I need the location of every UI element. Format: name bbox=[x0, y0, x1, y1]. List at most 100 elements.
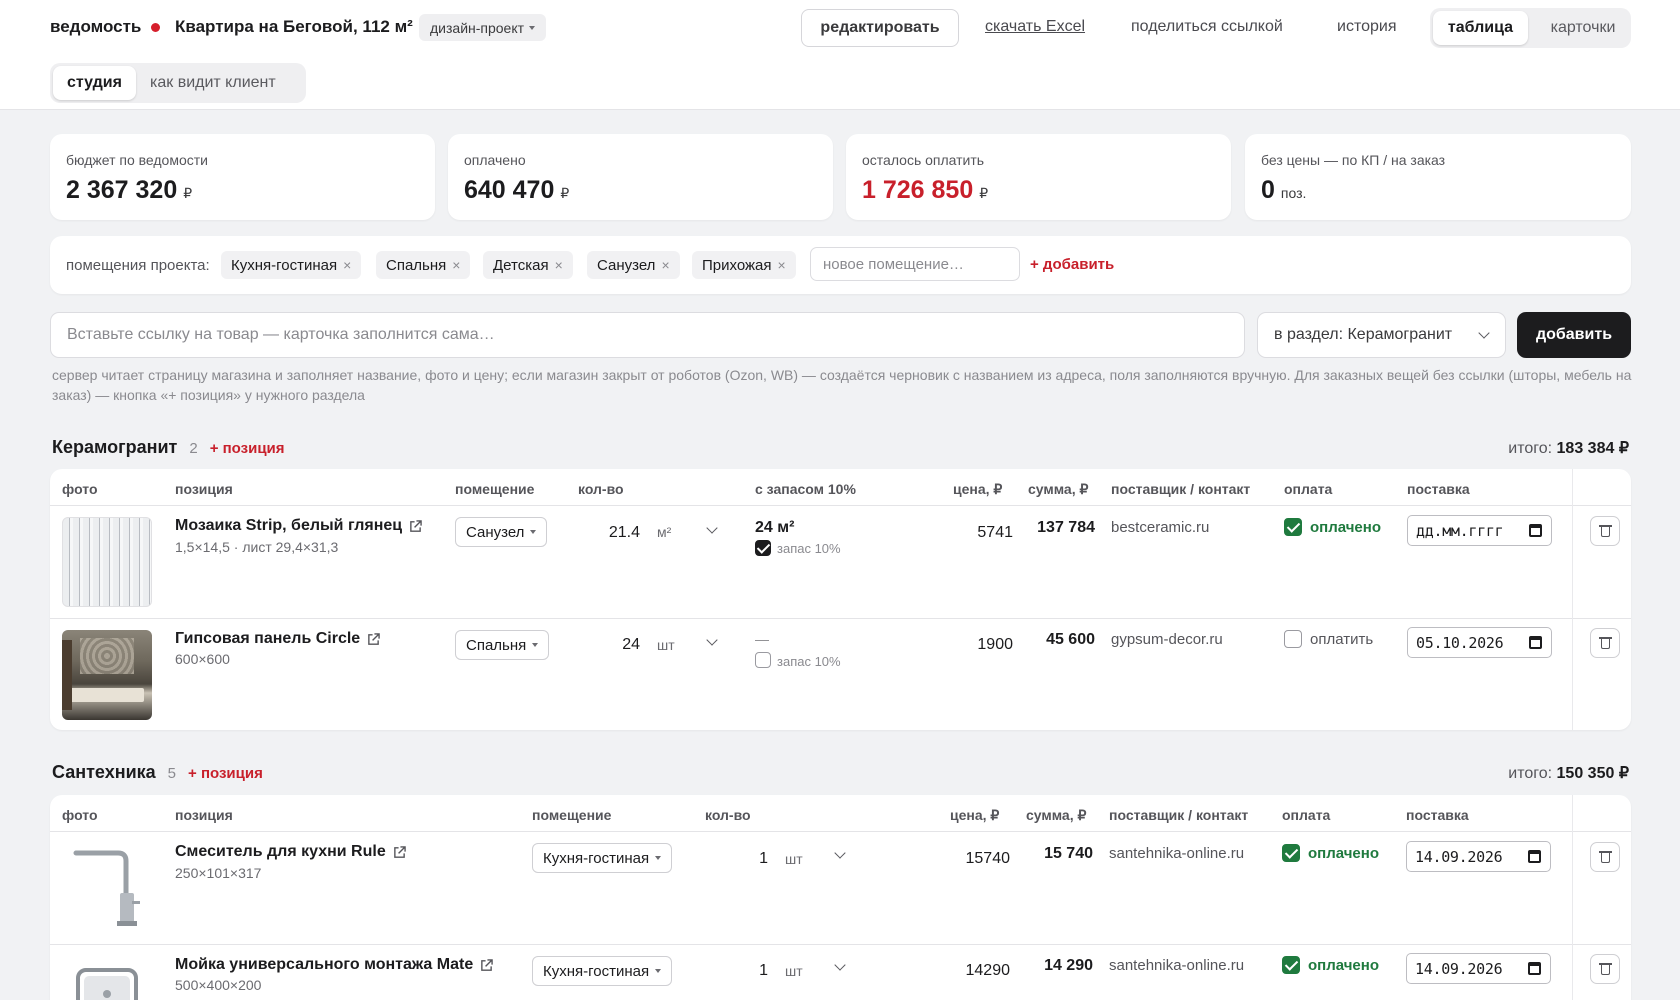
external-link-icon[interactable] bbox=[393, 845, 406, 859]
calendar-icon[interactable] bbox=[1528, 850, 1541, 863]
room-chip[interactable]: Кухня-гостиная × bbox=[221, 251, 362, 279]
room-select[interactable]: Санузел bbox=[455, 517, 548, 547]
room-chip[interactable]: Детская × bbox=[483, 251, 573, 279]
col-qty: кол-во bbox=[705, 807, 751, 823]
chevron-down-icon bbox=[530, 530, 537, 534]
room-chip[interactable]: Санузел × bbox=[587, 251, 680, 279]
trash-icon[interactable] bbox=[1590, 842, 1620, 872]
price[interactable]: 14290 bbox=[966, 962, 1011, 980]
delivery-date-input[interactable]: дд.мм.гггг bbox=[1407, 515, 1552, 546]
close-icon[interactable]: × bbox=[452, 257, 460, 273]
total-value: 183 384 ₽ bbox=[1556, 440, 1629, 457]
product-url-input[interactable] bbox=[50, 312, 1245, 358]
add-room-button[interactable]: + добавить bbox=[1030, 256, 1114, 273]
calendar-icon[interactable] bbox=[1528, 962, 1541, 975]
room-chip[interactable]: Спальня × bbox=[376, 251, 471, 279]
payment-status: оплачено bbox=[1310, 519, 1381, 536]
price[interactable]: 15740 bbox=[966, 850, 1011, 868]
view-cards-tab[interactable]: карточки bbox=[1538, 8, 1628, 48]
qty-input[interactable]: 1 bbox=[708, 962, 768, 980]
mode-client-tab[interactable]: как видит клиент bbox=[150, 63, 276, 103]
section-header: Сантехника 5 + позиция bbox=[52, 762, 263, 783]
rooms-label: помещения проекта: bbox=[66, 257, 210, 274]
supplier[interactable]: santehnika-online.ru bbox=[1109, 957, 1244, 974]
product-photo[interactable] bbox=[62, 956, 152, 1000]
edit-button[interactable]: редактировать bbox=[801, 9, 959, 47]
new-room-input[interactable] bbox=[810, 247, 1020, 281]
section-select[interactable]: в раздел: Керамогранит bbox=[1257, 312, 1506, 358]
view-table-tab[interactable]: таблица bbox=[1433, 11, 1528, 45]
room-select-value: Кухня-гостиная bbox=[543, 849, 650, 867]
col-reserve: с запасом 10% bbox=[755, 481, 856, 497]
chevron-down-icon[interactable] bbox=[706, 634, 718, 646]
product-photo[interactable] bbox=[62, 843, 152, 933]
room-select[interactable]: Спальня bbox=[455, 630, 550, 660]
product-photo[interactable] bbox=[62, 630, 152, 720]
delivery-date-input[interactable]: 14.09.2026 bbox=[1406, 953, 1551, 984]
trash-icon[interactable] bbox=[1590, 516, 1620, 546]
paid-checkbox[interactable] bbox=[1284, 630, 1302, 648]
date-value: 05.10.2026 bbox=[1416, 633, 1504, 652]
divider bbox=[1572, 469, 1573, 730]
brand: ведомость bbox=[50, 17, 161, 37]
paid-checkbox[interactable] bbox=[1284, 518, 1302, 536]
chevron-down-icon[interactable] bbox=[706, 522, 718, 534]
room-select[interactable]: Кухня-гостиная bbox=[532, 843, 673, 873]
calendar-icon[interactable] bbox=[1529, 524, 1542, 537]
mode-studio-tab[interactable]: студия bbox=[53, 66, 136, 100]
share-link[interactable]: поделиться ссылкой bbox=[1131, 18, 1283, 36]
reserve-checkbox[interactable] bbox=[755, 652, 771, 668]
delivery-date-input[interactable]: 05.10.2026 bbox=[1407, 627, 1552, 658]
external-link-icon[interactable] bbox=[367, 632, 380, 646]
unit-label: шт bbox=[785, 963, 803, 979]
col-qty: кол-во bbox=[578, 481, 624, 497]
trash-icon[interactable] bbox=[1590, 628, 1620, 658]
room-select[interactable]: Кухня-гостиная bbox=[532, 956, 673, 986]
product-dimensions: 600×600 bbox=[175, 651, 230, 667]
delivery-date-input[interactable]: 14.09.2026 bbox=[1406, 841, 1551, 872]
add-product-button[interactable]: добавить bbox=[1517, 312, 1631, 358]
qty-input[interactable]: 24 bbox=[580, 636, 640, 654]
price[interactable]: 1900 bbox=[977, 636, 1013, 654]
add-position-button[interactable]: + позиция bbox=[210, 440, 285, 457]
qty-input[interactable]: 21.4 bbox=[580, 524, 640, 542]
supplier[interactable]: santehnika-online.ru bbox=[1109, 845, 1244, 862]
history-link[interactable]: история bbox=[1337, 18, 1396, 36]
close-icon[interactable]: × bbox=[661, 257, 669, 273]
close-icon[interactable]: × bbox=[555, 257, 563, 273]
calendar-icon[interactable] bbox=[1529, 636, 1542, 649]
trash-icon[interactable] bbox=[1590, 954, 1620, 984]
external-link-icon[interactable] bbox=[409, 519, 422, 533]
paid-checkbox[interactable] bbox=[1282, 844, 1300, 862]
divider bbox=[50, 831, 1631, 832]
qty-input[interactable]: 1 bbox=[708, 850, 768, 868]
stat-number: 640 470 bbox=[464, 176, 555, 204]
add-position-button[interactable]: + позиция bbox=[188, 765, 263, 782]
mode-switch: студия как видит клиент bbox=[50, 63, 306, 103]
payment-status[interactable]: оплатить bbox=[1310, 631, 1373, 648]
product-photo[interactable] bbox=[62, 517, 152, 607]
col-sum: сумма, ₽ bbox=[1028, 481, 1089, 497]
download-excel-link[interactable]: скачать Excel bbox=[985, 18, 1085, 36]
room-chip[interactable]: Прихожая × bbox=[692, 251, 796, 279]
chevron-down-icon[interactable] bbox=[834, 959, 846, 971]
stat-unit: ₽ bbox=[560, 185, 570, 201]
divider bbox=[50, 944, 1631, 945]
stat-label: бюджет по ведомости bbox=[66, 152, 208, 168]
product-name[interactable]: Гипсовая панель Circle bbox=[175, 630, 380, 648]
payment-status: оплачено bbox=[1308, 845, 1379, 862]
external-link-icon[interactable] bbox=[480, 958, 493, 972]
section-select-value: в раздел: Керамогранит bbox=[1274, 326, 1453, 343]
close-icon[interactable]: × bbox=[778, 257, 786, 273]
product-name[interactable]: Мозаика Strip, белый глянец bbox=[175, 517, 422, 535]
price[interactable]: 5741 bbox=[977, 524, 1013, 542]
reserve-checkbox[interactable] bbox=[755, 540, 771, 556]
supplier[interactable]: bestceramic.ru bbox=[1111, 519, 1209, 536]
supplier[interactable]: gypsum-decor.ru bbox=[1111, 631, 1223, 648]
stage-dropdown[interactable]: дизайн-проект bbox=[419, 14, 547, 41]
paid-checkbox[interactable] bbox=[1282, 956, 1300, 974]
chevron-down-icon[interactable] bbox=[834, 847, 846, 859]
product-name[interactable]: Смеситель для кухни Rule bbox=[175, 843, 406, 861]
product-name[interactable]: Мойка универсального монтажа Mate bbox=[175, 956, 493, 974]
close-icon[interactable]: × bbox=[343, 257, 351, 273]
